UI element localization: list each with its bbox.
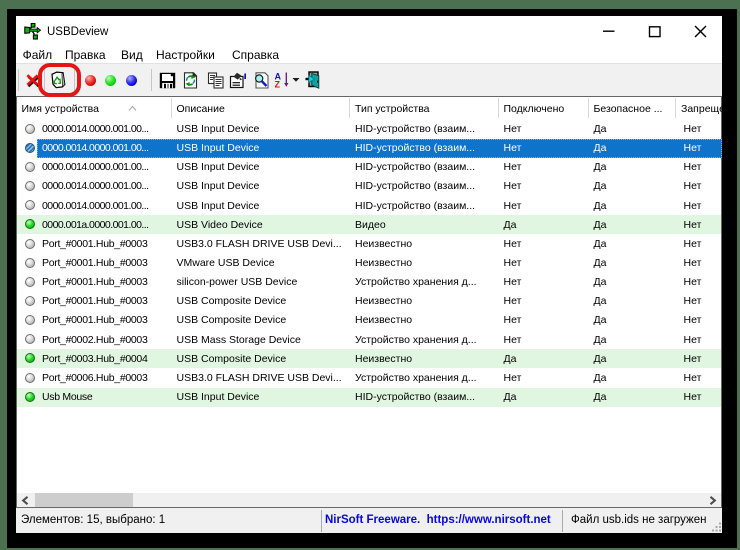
svg-text:Z: Z bbox=[275, 80, 281, 90]
